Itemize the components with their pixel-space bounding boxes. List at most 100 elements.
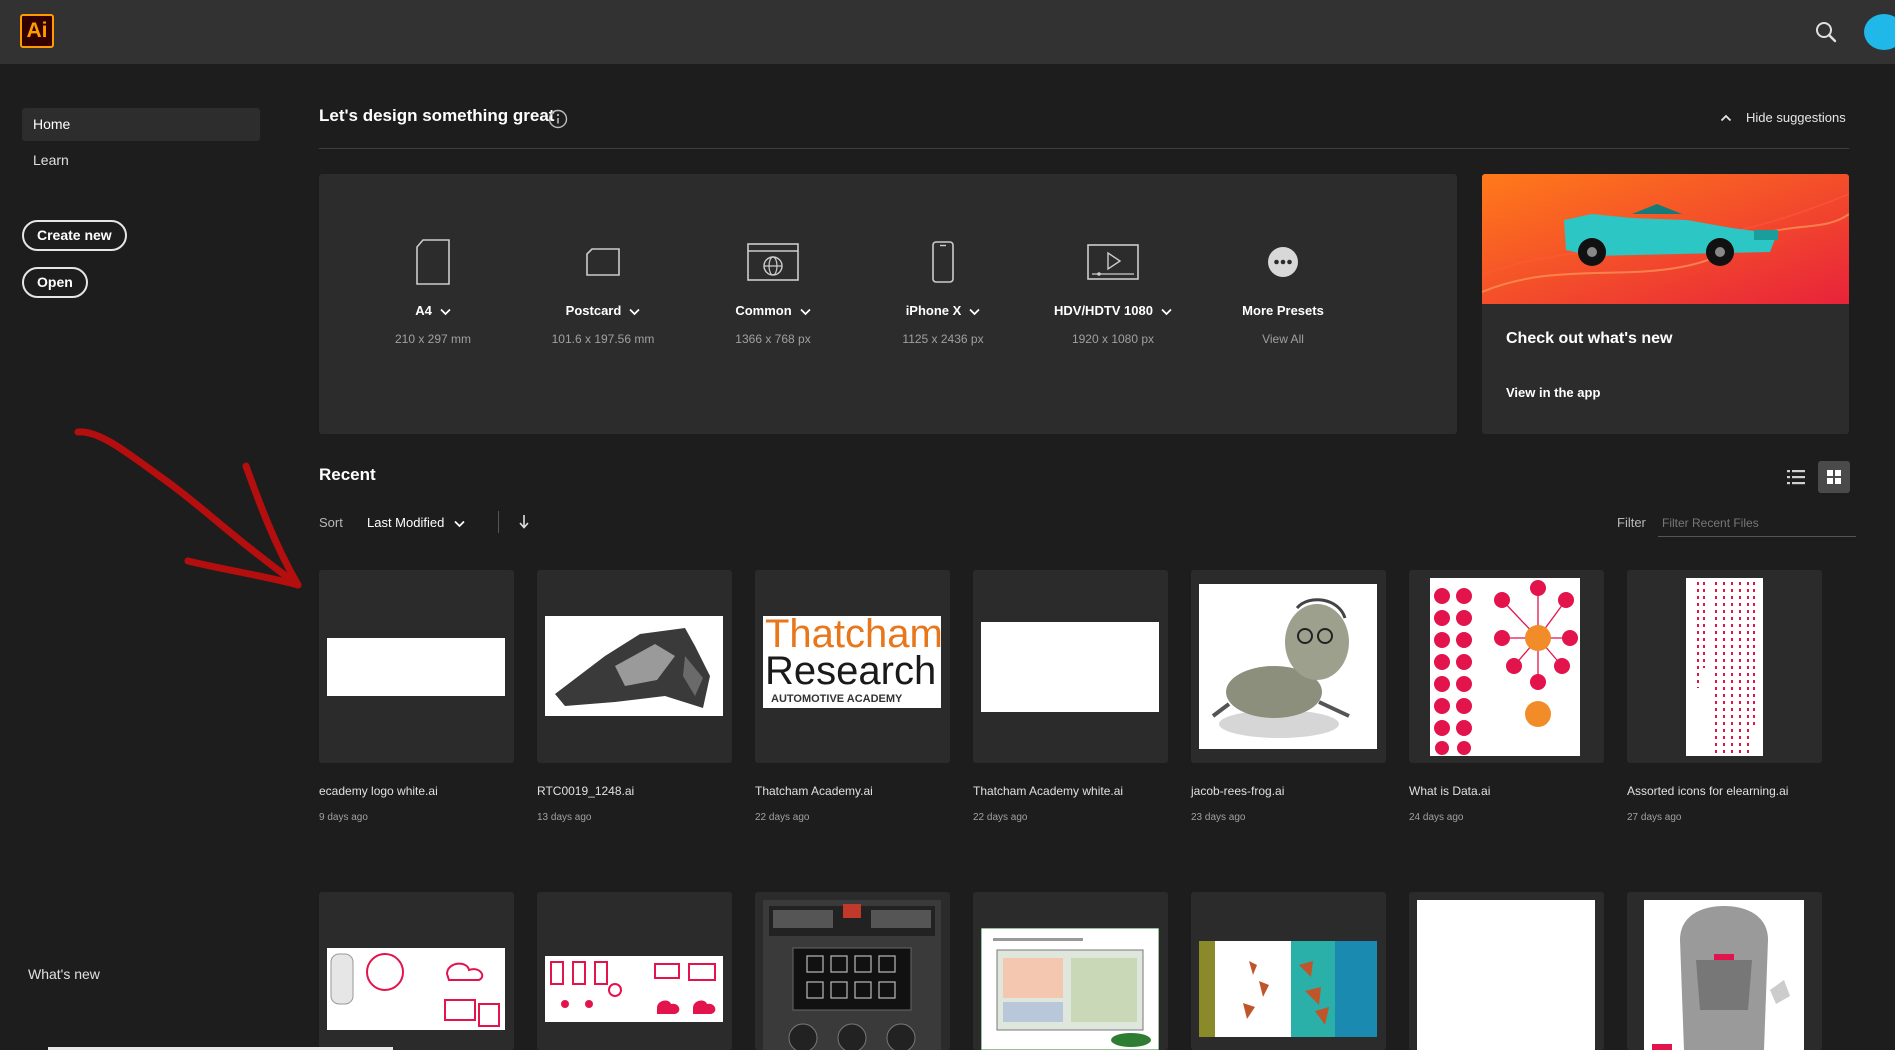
presets-panel: A4 210 x 297 mm Postcard 101.6 x 197.56 … <box>319 174 1457 434</box>
chevron-down-icon <box>440 308 451 315</box>
preset-size: 1125 x 2436 px <box>902 332 984 346</box>
file-card[interactable]: Thatcham Academy white.ai 22 days ago <box>973 570 1168 823</box>
file-card[interactable] <box>755 892 950 1050</box>
file-date: 24 days ago <box>1409 812 1464 823</box>
top-bar: Ai <box>0 0 1895 64</box>
more-icon <box>1268 247 1298 277</box>
preset-postcard[interactable]: Postcard 101.6 x 197.56 mm <box>518 238 688 346</box>
preset-size: 210 x 297 mm <box>394 332 472 346</box>
file-thumbnail <box>1627 892 1822 1050</box>
file-card[interactable]: Assorted icons for elearning.ai 27 days … <box>1627 570 1822 823</box>
file-name: Thatcham Academy.ai <box>755 784 873 798</box>
file-name: jacob-rees-frog.ai <box>1191 784 1285 798</box>
sort-label: Sort <box>319 515 343 530</box>
video-icon <box>1087 244 1139 280</box>
preset-name: More Presets <box>1242 303 1324 318</box>
sidebar-item-learn[interactable]: Learn <box>22 144 260 177</box>
filter-label: Filter <box>1617 515 1646 530</box>
recent-title: Recent <box>319 465 376 484</box>
sidebar-item-home[interactable]: Home <box>22 108 260 141</box>
file-thumbnail <box>1409 892 1604 1050</box>
file-thumbnail: Thatcham Research AUTOMOTIVE ACADEMY <box>755 570 950 763</box>
file-thumbnail <box>973 570 1168 763</box>
file-date: 22 days ago <box>755 812 810 823</box>
hide-suggestions-button[interactable]: Hide suggestions <box>1720 110 1846 125</box>
create-new-button[interactable]: Create new <box>22 220 127 251</box>
file-card[interactable]: RTC0019_1248.ai 13 days ago <box>537 570 732 823</box>
file-thumbnail <box>319 892 514 1050</box>
file-date: 23 days ago <box>1191 812 1246 823</box>
filter-input[interactable] <box>1658 510 1856 537</box>
chevron-down-icon <box>454 520 465 527</box>
preset-more-presets[interactable]: More Presets View All <box>1198 238 1368 346</box>
avatar[interactable] <box>1864 14 1895 50</box>
file-thumbnail <box>1191 892 1386 1050</box>
list-view-icon[interactable] <box>1780 461 1812 493</box>
file-date: 22 days ago <box>973 812 1028 823</box>
info-icon[interactable] <box>548 109 568 129</box>
view-in-app-link[interactable]: View in the app <box>1506 385 1600 400</box>
file-thumbnail <box>319 570 514 763</box>
preset-a4[interactable]: A4 210 x 297 mm <box>348 238 518 346</box>
view-all-link[interactable]: View All <box>1198 332 1368 346</box>
file-thumbnail <box>537 892 732 1050</box>
divider <box>319 148 1849 149</box>
file-name: RTC0019_1248.ai <box>537 784 635 798</box>
preset-common[interactable]: Common 1366 x 768 px <box>688 238 858 346</box>
file-card[interactable]: ecademy logo white.ai 9 days ago <box>319 570 514 823</box>
grid-view-icon[interactable] <box>1818 461 1850 493</box>
file-card[interactable] <box>319 892 514 1050</box>
file-card[interactable] <box>537 892 732 1050</box>
preset-name: iPhone X <box>905 303 962 318</box>
file-card[interactable] <box>1627 892 1822 1050</box>
file-date: 13 days ago <box>537 812 592 823</box>
preset-name: Common <box>735 303 792 318</box>
preset-hdv-hdtv-1080[interactable]: HDV/HDTV 1080 1920 x 1080 px <box>1028 238 1198 346</box>
file-card[interactable] <box>1409 892 1604 1050</box>
web-icon <box>747 243 799 281</box>
file-thumbnail <box>1191 570 1386 763</box>
open-button[interactable]: Open <box>22 267 88 298</box>
thumbnail-text: Research <box>765 649 937 693</box>
file-card[interactable]: What is Data.ai 24 days ago <box>1409 570 1604 823</box>
whats-new-link[interactable]: What's new <box>28 966 100 982</box>
file-thumbnail <box>1409 570 1604 763</box>
file-name: ecademy logo white.ai <box>319 784 438 798</box>
preset-size: 101.6 x 197.56 mm <box>551 332 655 346</box>
preset-iphone-x[interactable]: iPhone X 1125 x 2436 px <box>858 238 1028 346</box>
page-icon <box>416 239 450 285</box>
sort-direction-arrow-icon[interactable] <box>515 512 533 532</box>
file-date: 9 days ago <box>319 812 368 823</box>
phone-icon <box>932 241 954 283</box>
file-name: What is Data.ai <box>1409 784 1491 798</box>
file-card[interactable]: jacob-rees-frog.ai 23 days ago <box>1191 570 1386 823</box>
thumbnail-text: AUTOMOTIVE ACADEMY <box>771 693 903 705</box>
file-date: 27 days ago <box>1627 812 1682 823</box>
file-card[interactable] <box>973 892 1168 1050</box>
sidebar: Home Learn Create new Open <box>0 64 285 1050</box>
race-car-banner-image <box>1482 174 1849 304</box>
illustrator-logo: Ai <box>20 14 54 48</box>
chevron-down-icon <box>1161 308 1172 315</box>
page-title: Let's design something great <box>319 106 555 125</box>
chevron-down-icon <box>969 308 980 315</box>
sort-value: Last Modified <box>367 515 445 530</box>
file-card[interactable]: Thatcham Research AUTOMOTIVE ACADEMY Tha… <box>755 570 950 823</box>
file-thumbnail <box>1627 570 1822 763</box>
divider <box>498 511 499 533</box>
preset-name: HDV/HDTV 1080 <box>1054 303 1153 318</box>
file-name: Assorted icons for elearning.ai <box>1627 784 1789 798</box>
search-icon[interactable] <box>1814 20 1838 44</box>
sort-dropdown[interactable]: Last Modified <box>367 515 465 530</box>
preset-name: Postcard <box>565 303 622 318</box>
promo-title: Check out what's new <box>1506 330 1673 347</box>
preset-size: 1366 x 768 px <box>735 332 811 346</box>
preset-size: 1920 x 1080 px <box>1071 332 1155 346</box>
whats-new-card[interactable]: Check out what's new View in the app <box>1482 174 1849 434</box>
chevron-up-icon <box>1720 114 1732 122</box>
file-thumbnail <box>537 570 732 763</box>
file-thumbnail <box>973 892 1168 1050</box>
file-name: Thatcham Academy white.ai <box>973 784 1124 798</box>
preset-name: A4 <box>415 303 432 318</box>
file-card[interactable] <box>1191 892 1386 1050</box>
